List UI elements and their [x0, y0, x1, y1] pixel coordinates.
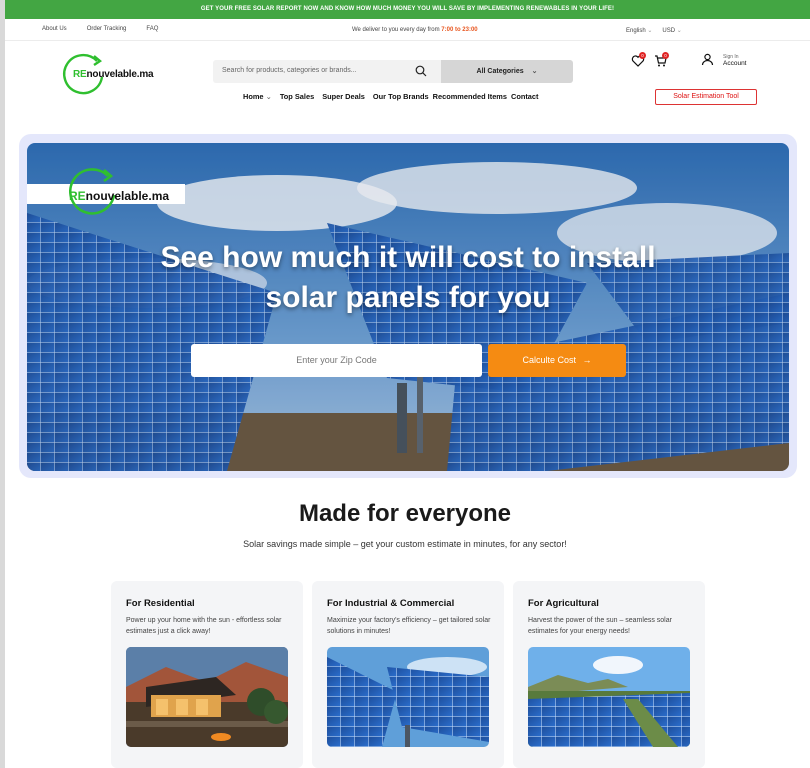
cart-badge: 0	[662, 52, 669, 59]
nav-super-deals[interactable]: Super Deals	[322, 92, 365, 101]
hero-logo-text: REnouvelable.ma	[69, 189, 169, 203]
nav-contact[interactable]: Contact	[511, 92, 539, 101]
promo-banner[interactable]: GET YOUR FREE SOLAR REPORT NOW AND KNOW …	[5, 0, 810, 19]
nav-home[interactable]: Home ⌄	[243, 92, 272, 101]
industrial-panels-image	[327, 647, 489, 747]
nav-home-label: Home	[243, 92, 264, 101]
wishlist-badge: 0	[639, 52, 646, 59]
hero-banner: REnouvelable.ma See how much it will cos…	[27, 143, 789, 471]
agricultural-panels-image	[528, 647, 690, 747]
nav-top-brands[interactable]: Our Top Brands	[373, 92, 429, 101]
site-logo[interactable]: REnouvelable.ma	[61, 52, 171, 98]
arrow-right-icon: →	[582, 355, 592, 365]
nav-top-sales[interactable]: Top Sales	[280, 92, 314, 101]
locale-selectors: English ⌄ USD ⌄	[626, 27, 682, 34]
hero-logo: REnouvelable.ma	[27, 168, 185, 215]
currency-label: USD	[662, 28, 676, 34]
hero-title-line1: See how much it will cost to install	[160, 241, 656, 274]
language-label: English	[626, 28, 646, 34]
section-title: Made for everyone	[298, 500, 512, 527]
logo-prefix: RE	[73, 69, 87, 80]
hero-logo-prefix: RE	[69, 189, 86, 203]
search-input[interactable]: Search for products, categories or brand…	[213, 60, 441, 83]
card-description: Maximize your factory's efficiency – get…	[327, 617, 491, 635]
promo-text: GET YOUR FREE SOLAR REPORT NOW AND KNOW …	[200, 6, 615, 12]
user-icon	[701, 53, 714, 66]
logo-text: REnouvelable.ma	[73, 69, 154, 80]
search-icon[interactable]	[415, 65, 427, 77]
card-residential[interactable]: For Residential Power up your home with …	[111, 581, 303, 768]
card-agricultural[interactable]: For Agricultural Harvest the power of th…	[513, 581, 705, 768]
solar-estimation-tool-button[interactable]: Solar Estimation Tool	[655, 89, 757, 105]
chevron-down-icon: ⌄	[531, 68, 538, 75]
category-label: All Categories	[476, 68, 524, 75]
hero-title: See how much it will cost to install sol…	[27, 238, 789, 318]
category-select[interactable]: All Categories ⌄	[441, 60, 573, 83]
section-subtitle: Solar savings made simple – get your cus…	[243, 539, 567, 549]
search-placeholder: Search for products, categories or brand…	[222, 67, 357, 74]
left-edge	[0, 0, 5, 768]
nav-recommended[interactable]: Recommended Items	[433, 92, 507, 101]
main-nav: Home ⌄ Top Sales Super Deals Our Top Bra…	[243, 92, 547, 101]
card-title: For Residential	[126, 598, 195, 609]
calculate-cost-button[interactable]: Calculte Cost →	[488, 344, 626, 377]
currency-select[interactable]: USD ⌄	[662, 27, 681, 34]
delivery-text: We deliver to you every day from	[352, 27, 442, 33]
account-button[interactable]: Sign In Account	[701, 52, 761, 70]
delivery-hours: 7:00 to 23:00	[441, 27, 478, 33]
chevron-down-icon: ⌄	[647, 28, 653, 34]
delivery-notice: We deliver to you every day from 7:00 to…	[352, 27, 478, 33]
chevron-down-icon: ⌄	[676, 28, 682, 34]
zip-code-input[interactable]: Enter your Zip Code	[191, 344, 482, 377]
residential-house-image	[126, 647, 288, 747]
card-title: For Agricultural	[528, 598, 599, 609]
utility-links: About Us Order Tracking FAQ	[42, 26, 158, 32]
card-industrial[interactable]: For Industrial & Commercial Maximize you…	[312, 581, 504, 768]
calculate-cost-label: Calculte Cost	[522, 355, 576, 365]
card-title: For Industrial & Commercial	[327, 598, 455, 609]
hero-title-line2: solar panels for you	[265, 281, 551, 314]
account-label: Account	[723, 60, 747, 67]
about-us-link[interactable]: About Us	[42, 26, 67, 32]
utility-bar: About Us Order Tracking FAQ We deliver t…	[5, 19, 810, 41]
card-description: Harvest the power of the sun – seamless …	[528, 617, 672, 635]
card-description: Power up your home with the sun - effort…	[126, 617, 282, 635]
chevron-down-icon: ⌄	[265, 92, 272, 101]
order-tracking-link[interactable]: Order Tracking	[87, 26, 127, 32]
hero-logo-suffix: nouvelable.ma	[85, 189, 170, 203]
faq-link[interactable]: FAQ	[146, 26, 158, 32]
logo-suffix: nouvelable.ma	[86, 69, 154, 80]
language-select[interactable]: English ⌄	[626, 27, 652, 34]
